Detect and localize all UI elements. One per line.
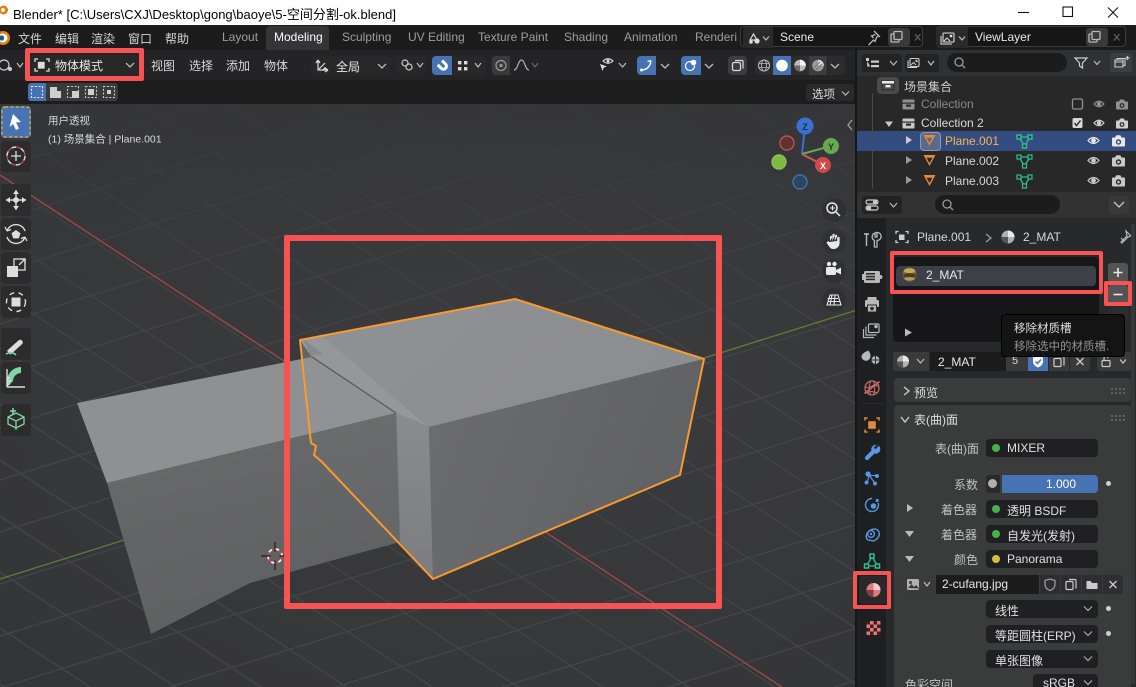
svg-text:Z: Z: [802, 122, 808, 132]
svg-text:Y: Y: [828, 142, 834, 152]
svg-text:(1) 场景集合 | Plane.001: (1) 场景集合 | Plane.001: [48, 133, 162, 146]
svg-text:X: X: [820, 161, 826, 171]
svg-text:用户透视: 用户透视: [48, 114, 90, 127]
